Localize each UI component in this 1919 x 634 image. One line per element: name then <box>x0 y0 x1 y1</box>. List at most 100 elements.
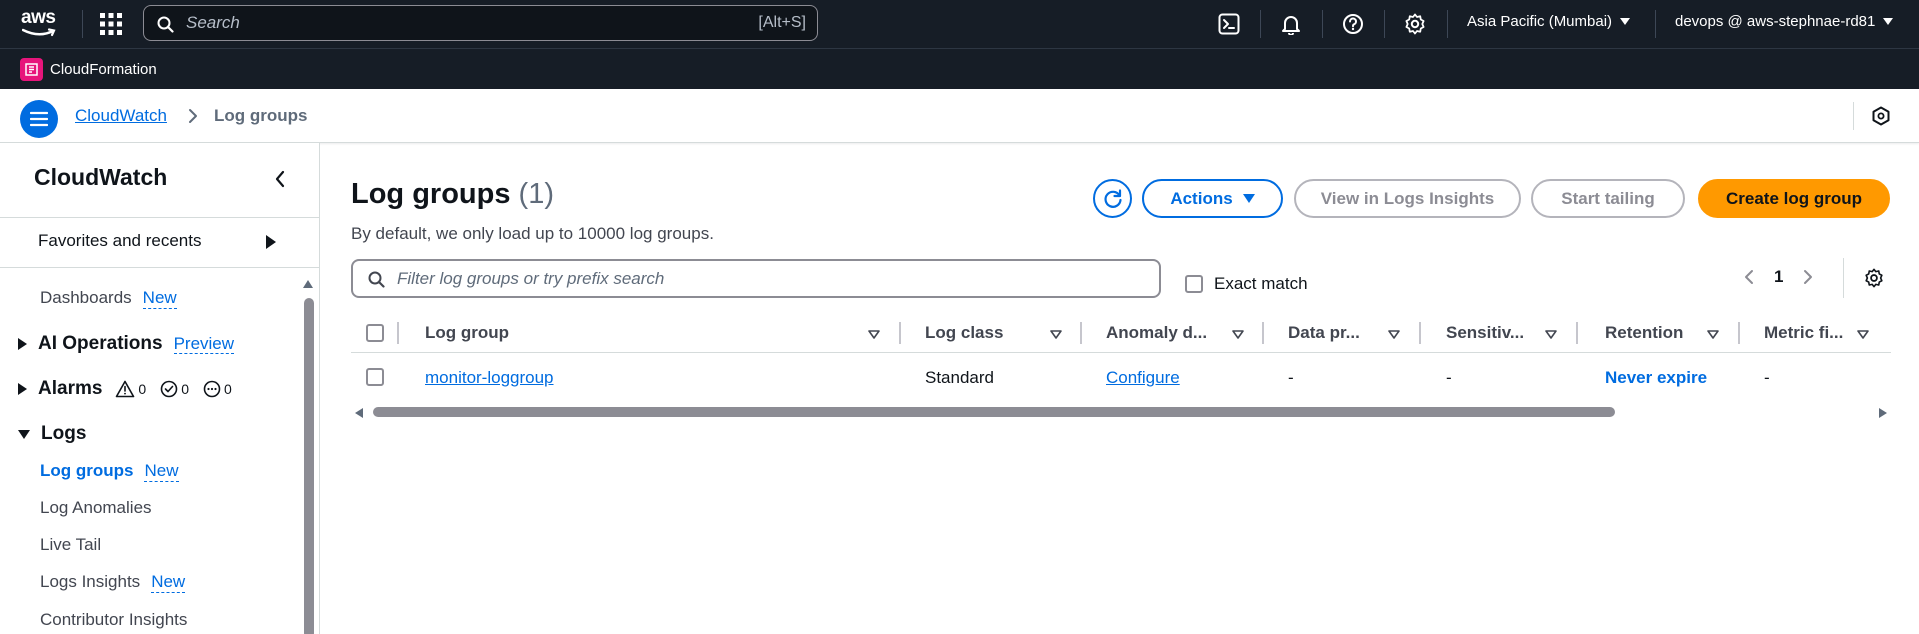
sidebar-scrollbar-thumb[interactable] <box>304 298 314 634</box>
log-group-link[interactable]: monitor-loggroup <box>425 368 554 388</box>
scroll-right-arrow-icon[interactable] <box>1879 408 1887 418</box>
horizontal-scrollbar-thumb[interactable] <box>373 407 1615 417</box>
sort-caret-icon[interactable] <box>1857 330 1869 339</box>
aws-smile-icon <box>22 28 56 37</box>
page-number[interactable]: 1 <box>1774 267 1783 287</box>
exact-match-toggle[interactable]: Exact match <box>1185 274 1308 294</box>
column-header-metric-filters[interactable]: Metric fi... <box>1764 313 1843 353</box>
sidebar-item-log-anomalies[interactable]: Log Anomalies <box>40 498 152 518</box>
favorites-and-recents[interactable]: Favorites and recents <box>38 231 201 251</box>
sidebar-item-log-groups[interactable]: Log groups New <box>40 461 179 482</box>
cloudshell-icon[interactable] <box>1216 11 1242 37</box>
caret-right-icon <box>18 383 27 395</box>
alarm-insufficient-count: 0 <box>203 380 232 398</box>
sort-caret-icon[interactable] <box>868 330 880 339</box>
preview-tag[interactable]: Preview <box>173 334 235 355</box>
column-header-data-protection[interactable]: Data pr... <box>1288 313 1360 353</box>
sidebar-item-live-tail[interactable]: Live Tail <box>40 535 101 555</box>
start-tailing-button[interactable]: Start tailing <box>1531 179 1685 218</box>
table-row[interactable]: monitor-loggroup Standard Configure - - … <box>351 354 1891 402</box>
column-header-log-class[interactable]: Log class <box>925 313 1003 353</box>
new-tag[interactable]: New <box>144 461 179 482</box>
table-horizontal-scrollbar[interactable] <box>351 405 1891 419</box>
warning-icon <box>116 380 135 398</box>
sidebar-item-label: Log groups <box>40 461 134 481</box>
column-header-sensitive-data[interactable]: Sensitiv... <box>1446 313 1524 353</box>
sidebar-item-label: Log Anomalies <box>40 498 152 517</box>
sidebar-item-logs-insights[interactable]: Logs Insights New <box>40 572 186 593</box>
scroll-up-arrow-icon[interactable] <box>303 280 313 288</box>
view-in-logs-insights-button[interactable]: View in Logs Insights <box>1294 179 1521 218</box>
actions-button-label: Actions <box>1170 188 1233 208</box>
account-label: devops @ aws-stephnae-rd81 <box>1675 13 1876 30</box>
sidebar-item-ai-operations[interactable]: AI Operations Preview <box>18 333 235 355</box>
top-navigation: aws [Alt+S] Asia <box>0 0 1919 48</box>
sidebar-item-dashboards[interactable]: Dashboards New <box>40 288 177 309</box>
caret-right-icon[interactable] <box>266 235 276 249</box>
table-header: Log group Log class Anomaly d... Data pr… <box>351 313 1891 353</box>
global-search-input[interactable] <box>186 13 686 33</box>
create-log-group-button[interactable]: Create log group <box>1698 179 1890 218</box>
search-icon <box>368 271 385 288</box>
alarm-in-alarm-count: 0 <box>115 380 146 398</box>
select-all-checkbox[interactable] <box>366 324 384 342</box>
table-preferences-gear-icon[interactable] <box>1864 268 1884 288</box>
filter-log-groups-input[interactable] <box>397 269 1097 289</box>
new-tag[interactable]: New <box>151 572 186 593</box>
new-tag[interactable]: New <box>142 288 177 309</box>
alarm-counts: 0 0 0 <box>115 380 241 398</box>
sort-caret-icon[interactable] <box>1050 330 1062 339</box>
sidebar-item-contributor-insights[interactable]: Contributor Insights <box>40 610 187 630</box>
settings-gear-icon[interactable] <box>1402 11 1428 37</box>
page-title-text: Log groups <box>351 178 511 210</box>
sidebar-item-label: Alarms <box>38 378 103 399</box>
aws-logo[interactable]: aws <box>20 7 60 39</box>
sort-caret-icon[interactable] <box>1232 330 1244 339</box>
scroll-left-arrow-icon[interactable] <box>355 408 363 418</box>
check-circle-icon <box>160 380 178 398</box>
cell-data-protection: - <box>1288 368 1294 387</box>
sort-caret-icon[interactable] <box>1545 330 1557 339</box>
help-icon[interactable] <box>1340 11 1366 37</box>
hexagon-icon[interactable] <box>1871 106 1891 126</box>
account-menu[interactable]: devops @ aws-stephnae-rd81 <box>1675 13 1894 30</box>
refresh-button[interactable] <box>1093 179 1132 218</box>
favorite-cloudformation[interactable]: CloudFormation <box>20 58 157 81</box>
column-header-anomaly-detection[interactable]: Anomaly d... <box>1106 313 1207 353</box>
column-header-retention[interactable]: Retention <box>1605 313 1683 353</box>
caret-down-icon <box>1242 194 1255 203</box>
actions-button[interactable]: Actions <box>1142 179 1283 218</box>
menu-toggle-button[interactable] <box>20 100 58 138</box>
sidebar-item-alarms[interactable]: Alarms 0 0 0 <box>18 378 242 400</box>
row-checkbox[interactable] <box>366 368 384 386</box>
chevron-left-icon[interactable] <box>274 170 286 188</box>
cell-retention: Never expire <box>1605 354 1707 402</box>
cell-log-group: monitor-loggroup <box>425 354 554 402</box>
notifications-bell-icon[interactable] <box>1278 11 1304 37</box>
exact-match-checkbox[interactable] <box>1185 275 1203 293</box>
retention-link[interactable]: Never expire <box>1605 368 1707 388</box>
chevron-right-icon[interactable] <box>1803 269 1813 285</box>
main-content: Log groups (1) By default, we only load … <box>321 143 1919 634</box>
nav-divider <box>1384 10 1385 38</box>
side-navigation: CloudWatch Favorites and recents Dashboa… <box>0 143 320 634</box>
global-search[interactable]: [Alt+S] <box>143 5 818 41</box>
chevron-left-icon[interactable] <box>1744 269 1754 285</box>
cell-anomaly-detection: Configure <box>1106 354 1180 402</box>
chevron-down-icon <box>1883 18 1894 25</box>
nav-divider <box>1447 10 1448 38</box>
sort-caret-icon[interactable] <box>1388 330 1400 339</box>
sidebar-divider <box>0 217 319 218</box>
services-grid-icon[interactable] <box>100 13 122 35</box>
aws-logo-text: aws <box>21 7 56 28</box>
region-selector[interactable]: Asia Pacific (Mumbai) <box>1467 13 1631 30</box>
filter-box[interactable] <box>351 259 1161 298</box>
caret-down-icon <box>18 429 30 439</box>
sort-caret-icon[interactable] <box>1707 330 1719 339</box>
column-header-log-group[interactable]: Log group <box>425 313 509 353</box>
sidebar-item-logs[interactable]: Logs <box>18 423 86 445</box>
sidebar-divider <box>0 267 319 268</box>
pagination: 1 <box>1744 267 1813 287</box>
breadcrumb-cloudwatch-link[interactable]: CloudWatch <box>75 106 167 126</box>
configure-link[interactable]: Configure <box>1106 368 1180 388</box>
